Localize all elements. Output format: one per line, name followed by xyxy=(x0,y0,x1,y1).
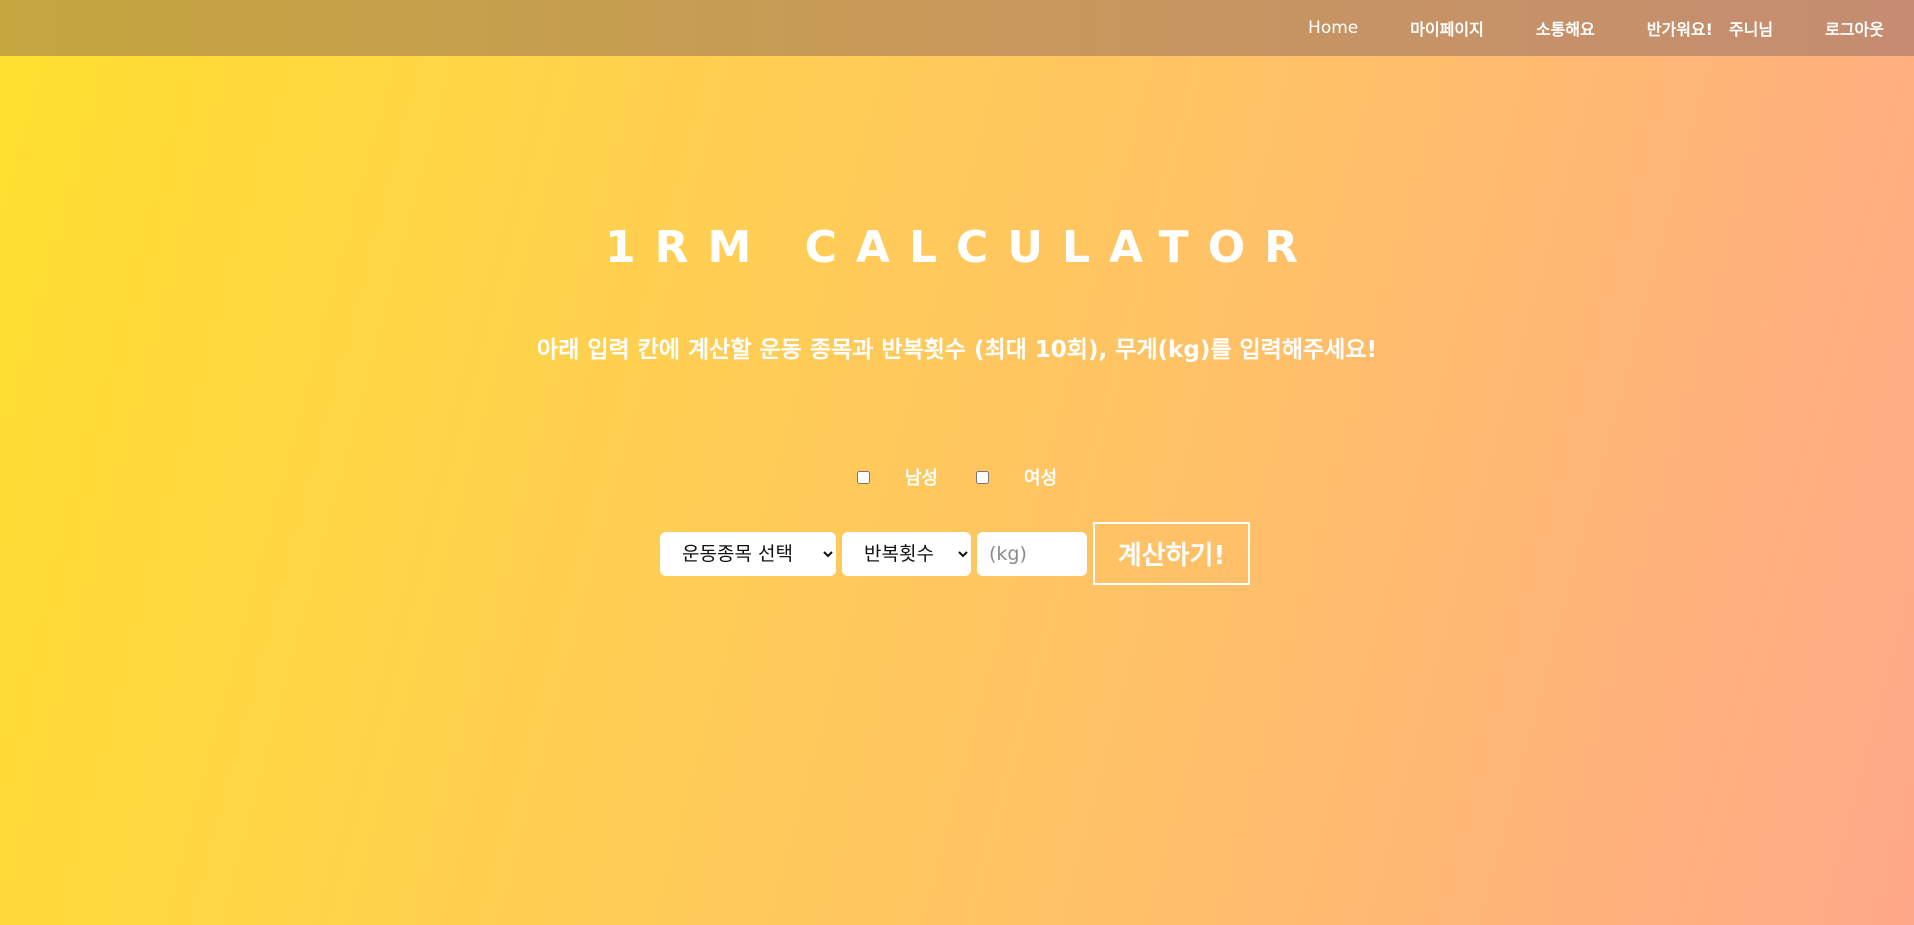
weight-input[interactable] xyxy=(977,531,1087,576)
nav-mypage-link[interactable]: 마이페이지 xyxy=(1410,16,1484,40)
nav-home-link[interactable]: Home xyxy=(1308,18,1358,38)
page-subtitle: 아래 입력 칸에 계산할 운동 종목과 반복횟수 (최대 10회), 무게(kg… xyxy=(537,337,1377,363)
male-label[interactable]: 남성 xyxy=(905,464,938,490)
gender-selector: 남성 여성 xyxy=(0,464,1914,490)
reps-select[interactable]: 반복횟수 xyxy=(842,531,971,576)
nav-greeting-text: 반가워요! xyxy=(1646,20,1713,39)
nav-username-text: 주니님 xyxy=(1728,20,1774,39)
nav-community-link[interactable]: 소통해요 xyxy=(1536,16,1595,40)
calculate-button[interactable]: 계산하기! xyxy=(1093,522,1250,585)
exercise-select[interactable]: 운동종목 선택 xyxy=(660,531,836,576)
male-checkbox[interactable] xyxy=(856,470,870,484)
top-navbar: Home 마이페이지 소통해요 반가워요! 주니님 로그아웃 xyxy=(0,0,1914,56)
female-label[interactable]: 여성 xyxy=(1024,464,1057,490)
page-title: 1RM CALCULATOR xyxy=(605,222,1317,273)
female-checkbox[interactable] xyxy=(976,470,989,484)
nav-logout-link[interactable]: 로그아웃 xyxy=(1825,16,1884,40)
calculator-form: 운동종목 선택 반복횟수 계산하기! xyxy=(660,522,1250,585)
